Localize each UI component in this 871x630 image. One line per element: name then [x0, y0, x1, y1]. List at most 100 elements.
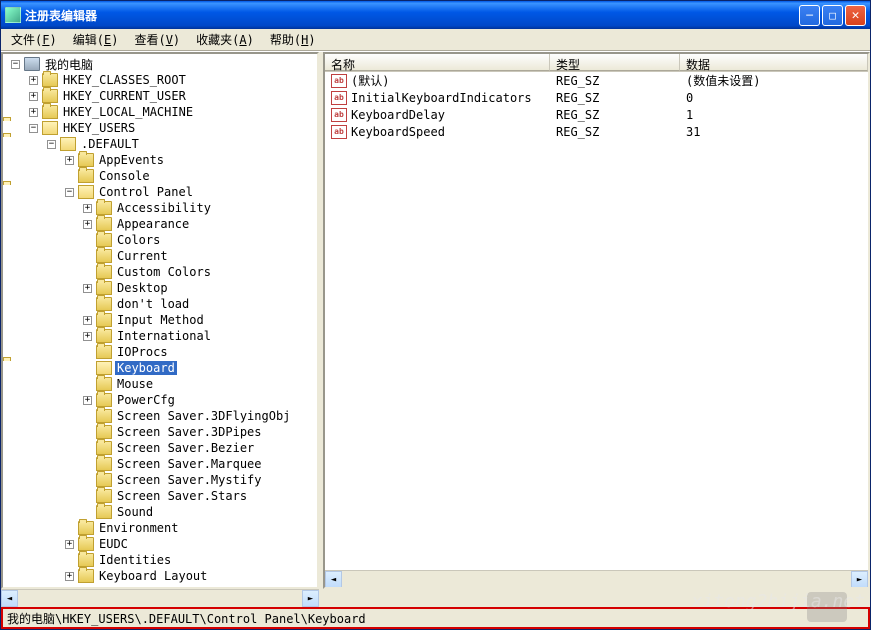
tree-ss-stars[interactable]: Screen Saver.Stars: [3, 488, 317, 504]
tree-ss-3dpipes[interactable]: Screen Saver.3DPipes: [3, 424, 317, 440]
tree-label[interactable]: Control Panel: [97, 185, 195, 199]
expand-icon[interactable]: +: [83, 332, 92, 341]
list-row[interactable]: abInitialKeyboardIndicatorsREG_SZ0: [325, 89, 868, 106]
menu-favorites[interactable]: 收藏夹(A): [188, 29, 262, 50]
tree-label[interactable]: don't load: [115, 297, 191, 311]
tree-ss-mystify[interactable]: Screen Saver.Mystify: [3, 472, 317, 488]
tree-label[interactable]: Keyboard: [115, 361, 177, 375]
tree-label[interactable]: Appearance: [115, 217, 191, 231]
expand-icon[interactable]: +: [83, 284, 92, 293]
col-name[interactable]: 名称: [325, 54, 550, 71]
collapse-icon[interactable]: −: [11, 60, 20, 69]
tree-identities[interactable]: Identities: [3, 552, 317, 568]
tree-label[interactable]: 我的电脑: [43, 56, 95, 73]
maximize-button[interactable]: □: [822, 5, 843, 26]
expand-icon[interactable]: +: [29, 76, 38, 85]
expand-icon[interactable]: +: [65, 156, 74, 165]
scroll-right-button[interactable]: ►: [851, 571, 868, 588]
tree-hscroll[interactable]: ◄ ►: [1, 589, 319, 606]
tree-sound[interactable]: Sound: [3, 504, 317, 520]
tree-label[interactable]: .DEFAULT: [79, 137, 141, 151]
scroll-right-button[interactable]: ►: [302, 590, 319, 607]
tree-accessibility[interactable]: + Accessibility: [3, 200, 317, 216]
tree-label[interactable]: HKEY_CURRENT_USER: [61, 89, 188, 103]
tree-appearance[interactable]: +Appearance: [3, 216, 317, 232]
tree-label[interactable]: Screen Saver.3DPipes: [115, 425, 264, 439]
tree-default[interactable]: − .DEFAULT: [3, 136, 317, 152]
expand-icon[interactable]: +: [83, 396, 92, 405]
scroll-track[interactable]: [342, 571, 851, 587]
tree-inputmethod[interactable]: + Input Method: [3, 312, 317, 328]
collapse-icon[interactable]: −: [47, 140, 56, 149]
collapse-icon[interactable]: −: [65, 188, 74, 197]
minimize-button[interactable]: ─: [799, 5, 820, 26]
tree-label[interactable]: Environment: [97, 521, 180, 535]
tree-label[interactable]: Accessibility: [115, 201, 213, 215]
tree-hku[interactable]: − HKEY_USERS: [3, 120, 317, 136]
scroll-left-button[interactable]: ◄: [1, 590, 18, 607]
tree-label[interactable]: PowerCfg: [115, 393, 177, 407]
tree-label[interactable]: Screen Saver.Stars: [115, 489, 249, 503]
tree-customcolors[interactable]: Custom Colors: [3, 264, 317, 280]
expand-icon[interactable]: +: [65, 540, 74, 549]
titlebar[interactable]: 注册表编辑器 ─ □ ✕: [1, 1, 870, 29]
tree-current[interactable]: Current: [3, 248, 317, 264]
tree-ioprocs[interactable]: IOProcs: [3, 344, 317, 360]
tree-appevents[interactable]: + AppEvents: [3, 152, 317, 168]
tree-label[interactable]: Custom Colors: [115, 265, 213, 279]
expand-icon[interactable]: +: [29, 108, 38, 117]
expand-icon[interactable]: +: [65, 572, 74, 581]
tree-label[interactable]: IOProcs: [115, 345, 170, 359]
tree-label[interactable]: Colors: [115, 233, 162, 247]
tree-controlpanel[interactable]: − Control Panel: [3, 184, 317, 200]
scroll-left-button[interactable]: ◄: [325, 571, 342, 588]
tree-keyboardlayout[interactable]: + Keyboard Layout: [3, 568, 317, 584]
tree-label[interactable]: Keyboard Layout: [97, 569, 209, 583]
menu-help[interactable]: 帮助(H): [262, 29, 324, 50]
tree-powercfg[interactable]: + PowerCfg: [3, 392, 317, 408]
tree-label[interactable]: Desktop: [115, 281, 170, 295]
tree-label[interactable]: AppEvents: [97, 153, 166, 167]
tree-desktop[interactable]: + Desktop: [3, 280, 317, 296]
list-row[interactable]: abKeyboardSpeedREG_SZ31: [325, 123, 868, 140]
tree-label[interactable]: EUDC: [97, 537, 130, 551]
tree-environment[interactable]: Environment: [3, 520, 317, 536]
expand-icon[interactable]: +: [83, 204, 92, 213]
list-row[interactable]: abKeyboardDelayREG_SZ1: [325, 106, 868, 123]
tree-label[interactable]: HKEY_USERS: [61, 121, 137, 135]
tree-mouse[interactable]: Mouse: [3, 376, 317, 392]
menu-view[interactable]: 查看(V): [126, 29, 188, 50]
expand-icon[interactable]: +: [29, 92, 38, 101]
tree-hkcr[interactable]: +HKEY_CLASSES_ROOT: [3, 72, 317, 88]
tree-label[interactable]: Input Method: [115, 313, 206, 327]
expand-icon[interactable]: +: [83, 316, 92, 325]
tree-international[interactable]: + International: [3, 328, 317, 344]
list-hscroll[interactable]: ◄ ►: [325, 570, 868, 587]
tree-label[interactable]: International: [115, 329, 213, 343]
tree-hklm[interactable]: + HKEY_LOCAL_MACHINE: [3, 104, 317, 120]
tree-label[interactable]: Current: [115, 249, 170, 263]
scroll-track[interactable]: [18, 590, 302, 606]
tree-hkcu[interactable]: + HKEY_CURRENT_USER: [3, 88, 317, 104]
tree-ss-bezier[interactable]: Screen Saver.Bezier: [3, 440, 317, 456]
tree-label[interactable]: Screen Saver.Marquee: [115, 457, 264, 471]
tree-dontload[interactable]: don't load: [3, 296, 317, 312]
collapse-icon[interactable]: −: [29, 124, 38, 133]
tree-ss-3dflying[interactable]: Screen Saver.3DFlyingObj: [3, 408, 317, 424]
close-button[interactable]: ✕: [845, 5, 866, 26]
tree-label[interactable]: Sound: [115, 505, 155, 519]
tree-label[interactable]: Screen Saver.3DFlyingObj: [115, 409, 292, 423]
tree-root[interactable]: − 我的电脑: [3, 56, 317, 72]
tree-keyboard[interactable]: Keyboard: [3, 360, 317, 376]
tree-label[interactable]: Screen Saver.Mystify: [115, 473, 264, 487]
tree-label[interactable]: HKEY_LOCAL_MACHINE: [61, 105, 195, 119]
tree-ss-marquee[interactable]: Screen Saver.Marquee: [3, 456, 317, 472]
tree-colors[interactable]: Colors: [3, 232, 317, 248]
col-type[interactable]: 类型: [550, 54, 680, 71]
tree-eudc[interactable]: + EUDC: [3, 536, 317, 552]
tree-label[interactable]: Screen Saver.Bezier: [115, 441, 256, 455]
tree-pane[interactable]: −我的电脑+HKEY_CLASSES_ROOT+HKEY_CURRENT_USE…: [1, 52, 319, 589]
tree-label[interactable]: Identities: [97, 553, 173, 567]
tree-label[interactable]: Mouse: [115, 377, 155, 391]
tree-label[interactable]: Console: [97, 169, 152, 183]
